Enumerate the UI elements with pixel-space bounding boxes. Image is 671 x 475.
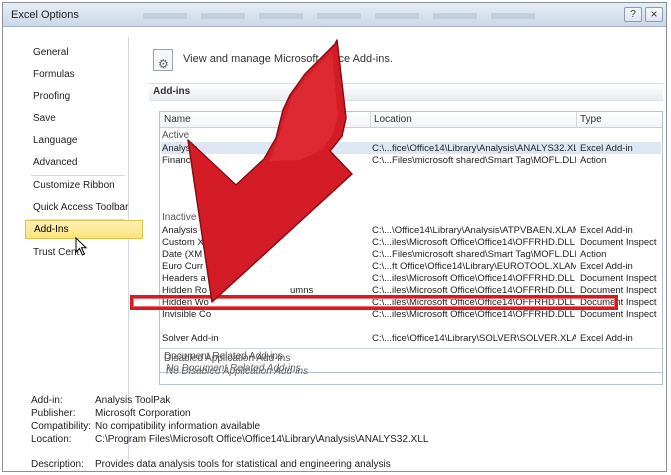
sidebar-item-formulas[interactable]: Formulas [17,65,129,84]
addin-name: Custom X [162,237,204,248]
detail-value-publisher: Microsoft Corporation [95,408,191,419]
mouse-pointer-icon [75,237,88,256]
group-label-disabled: Disabled Application Add-ins [164,353,291,364]
addin-location: C:\...fice\Office14\Library\Analysis\ANA… [372,143,576,154]
close-button[interactable]: × [645,7,663,22]
title-bar: Excel Options ? × [3,3,666,27]
column-header-name[interactable]: Name [164,114,191,125]
addin-type: Document Inspect [580,309,657,320]
detail-value-compatibility: No compatibility information available [95,421,261,432]
help-button[interactable]: ? [624,7,642,22]
addin-location: C:\...iles\Microsoft Office\Office14\OFF… [372,309,575,320]
sidebar-item-language[interactable]: Language [17,131,129,150]
detail-label-location: Location: [31,434,72,445]
list-header: Name Location Type [160,112,662,128]
add-ins-panel: ⚙ View and manage Microsoft Office Add-i… [130,37,666,471]
addin-type: Excel Add-in [580,261,633,272]
sidebar-item-trust-center[interactable]: Trust Cent [17,243,129,262]
detail-label-publisher: Publisher: [31,408,76,419]
addin-type: Action [580,155,607,166]
addin-name: Invisible Co [162,309,212,320]
detail-label-addin: Add-in: [31,395,63,406]
addin-name: Analysis [162,143,198,154]
sidebar-item-quick-access-toolbar[interactable]: Quick Access Toolbar [17,198,129,217]
detail-value-location: C:\Program Files\Microsoft Office\Office… [95,434,429,445]
addin-type: Excel Add-in [580,143,633,154]
addin-name: Solver Add-in [162,333,219,344]
add-ins-list: Name Location Type Active Analysis C:\..… [159,111,664,374]
add-ins-page-icon: ⚙ [153,49,173,71]
excel-options-window: Excel Options ? × General Formulas Proof… [2,2,667,472]
detail-value-addin: Analysis ToolPak [95,395,171,406]
empty-disabled: No Disabled Application Add-ins [166,366,309,377]
addin-name: Analysis [162,225,198,236]
addin-type: Excel Add-in [580,225,633,236]
page-header: View and manage Microsoft Office Add-ins… [183,53,393,65]
addin-location: C:\...ft Office\Office14\Library\EUROTOO… [372,261,576,272]
sidebar-item-advanced[interactable]: Advanced [17,153,129,172]
addin-name: Euro Curr [162,261,204,272]
column-header-location[interactable]: Location [374,114,412,125]
addin-location: C:\...iles\Microsoft Office\Office14\OFF… [372,273,575,284]
addin-location: C:\...Files\microsoft shared\Smart Tag\M… [372,155,576,166]
addin-location: C:\...fice\Office14\Library\SOLVER\SOLVE… [372,333,576,344]
sidebar-item-save[interactable]: Save [17,109,129,128]
group-label-active: Active [162,130,190,141]
addin-type: Excel Add-in [580,333,633,344]
column-header-type[interactable]: Type [580,114,602,125]
window-title: Excel Options [11,9,79,21]
addin-name: Date (XM [162,249,203,260]
detail-label-description: Description: [31,459,84,470]
addin-name: Financ [162,155,191,166]
detail-value-description: Provides data analysis tools for statist… [95,459,391,470]
addin-type: Action [580,249,607,260]
addin-location: C:\...iles\Microsoft Office\Office14\OFF… [372,237,575,248]
addin-type: Document Inspect [580,273,657,284]
sidebar-item-general[interactable]: General [17,43,129,62]
background-ribbon-tabs [143,13,535,19]
list-divider [160,348,664,349]
addin-location: C:\...\Office14\Library\Analysis\ATPVBAE… [372,225,576,236]
section-heading-add-ins: Add-ins [149,83,663,101]
sidebar-item-customize-ribbon[interactable]: Customize Ribbon [17,176,129,195]
sidebar-item-proofing[interactable]: Proofing [17,87,129,106]
detail-label-compatibility: Compatibility: [31,421,92,432]
addin-location: C:\...Files\microsoft shared\Smart Tag\M… [372,249,576,260]
disabled-section: Disabled Application Add-ins No Disabled… [159,351,663,385]
group-label-inactive: Inactive [162,212,197,223]
addin-type: Document Inspect [580,237,657,248]
addin-name: Headers a [162,273,206,284]
solver-highlight-box [130,295,618,310]
